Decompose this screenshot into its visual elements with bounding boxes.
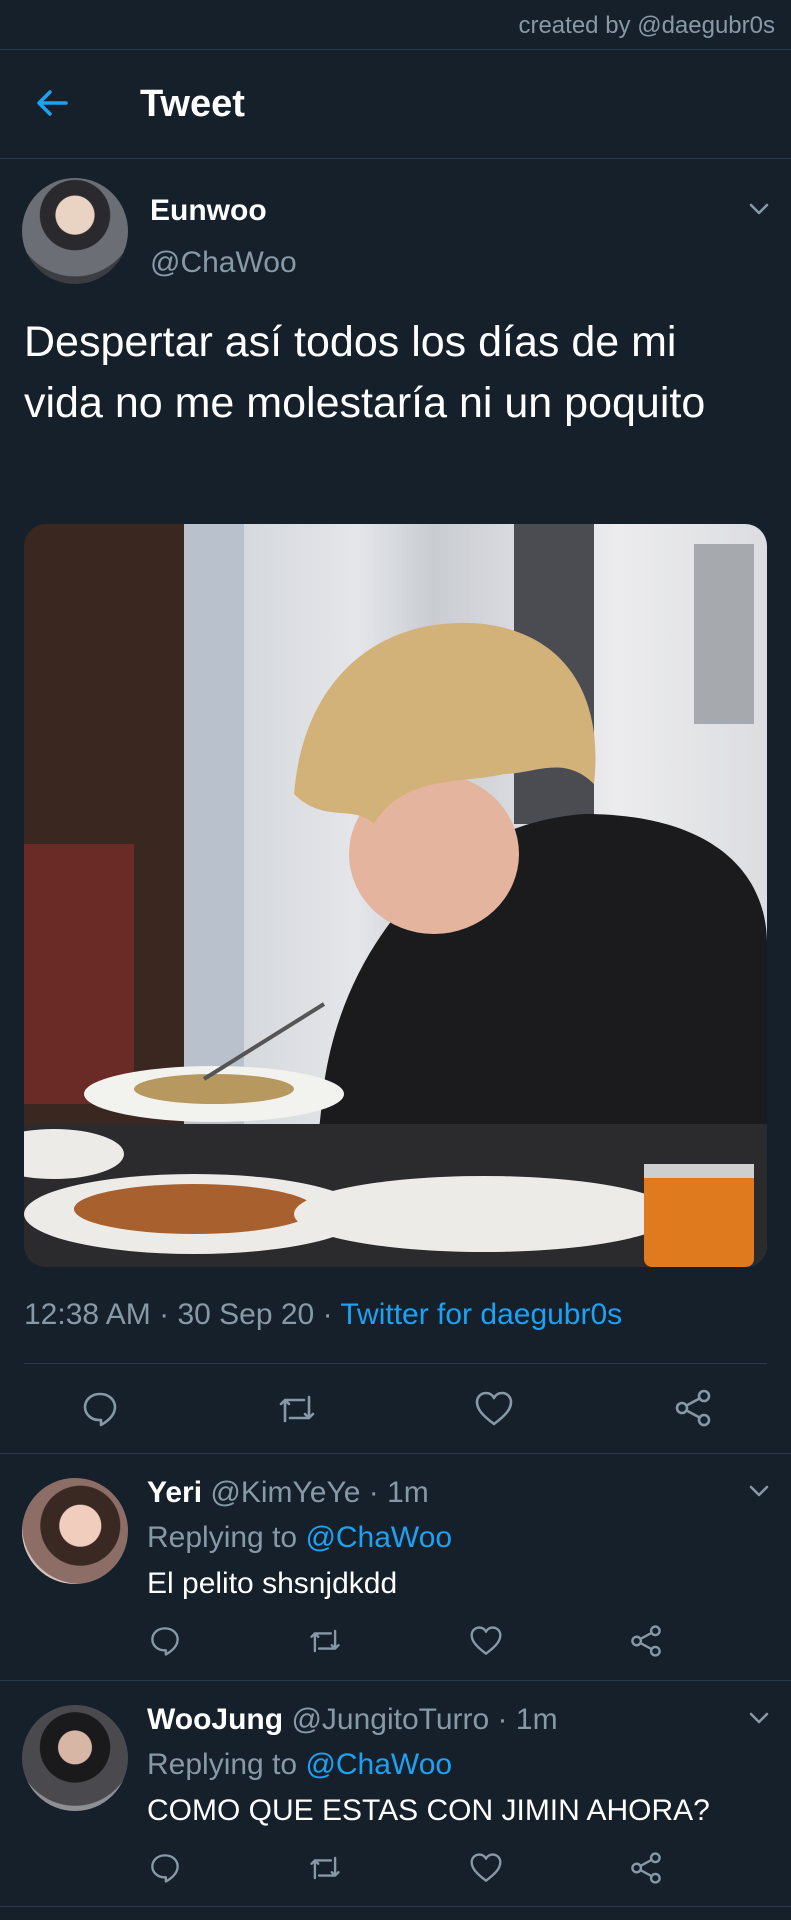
reply-time: 1m bbox=[387, 1476, 429, 1509]
tweet-text: Despertar así todos los días de mi vida … bbox=[24, 318, 706, 427]
tweet-source[interactable]: Twitter for daegubr0s bbox=[340, 1298, 622, 1331]
chevron-down-icon[interactable] bbox=[746, 1478, 772, 1504]
replying-to-label: Replying to bbox=[147, 1748, 298, 1781]
replying-to-mention[interactable]: @ChaWoo bbox=[305, 1748, 452, 1781]
credit-bar: created by @daegubr0s bbox=[0, 0, 791, 50]
reply-author-handle[interactable]: @KimYeYe bbox=[210, 1476, 360, 1509]
divider bbox=[24, 1363, 767, 1364]
reply-time: 1m bbox=[515, 1703, 558, 1736]
reply-text: COMO QUE ESTAS CON JIMIN AHORA? bbox=[147, 1794, 710, 1827]
divider bbox=[0, 1680, 791, 1681]
share-icon[interactable] bbox=[629, 1624, 663, 1658]
chevron-down-icon[interactable] bbox=[746, 1705, 772, 1731]
meta-separator: · bbox=[150, 1298, 178, 1331]
like-icon[interactable] bbox=[474, 1390, 514, 1428]
meta-separator: · bbox=[314, 1298, 341, 1331]
divider bbox=[0, 1453, 791, 1454]
reply-icon[interactable] bbox=[149, 1852, 181, 1884]
replying-to: Replying to @ChaWoo bbox=[147, 1521, 452, 1555]
share-icon[interactable] bbox=[629, 1851, 663, 1885]
avatar[interactable] bbox=[22, 1478, 128, 1584]
share-icon[interactable] bbox=[673, 1388, 713, 1428]
retweet-icon[interactable] bbox=[307, 1852, 343, 1884]
reply-icon[interactable] bbox=[149, 1625, 181, 1657]
reply-author-handle[interactable]: @JungitoTurro bbox=[291, 1703, 489, 1736]
chevron-down-icon[interactable] bbox=[746, 196, 772, 222]
reply-author-name[interactable]: Yeri bbox=[147, 1476, 202, 1509]
replying-to-mention[interactable]: @ChaWoo bbox=[305, 1521, 452, 1554]
retweet-icon[interactable] bbox=[276, 1390, 318, 1428]
tweet-time: 12:38 AM bbox=[24, 1298, 151, 1331]
retweet-icon[interactable] bbox=[307, 1625, 343, 1657]
author-name[interactable]: Eunwoo bbox=[150, 194, 267, 228]
avatar[interactable] bbox=[22, 178, 128, 284]
replying-to: Replying to @ChaWoo bbox=[147, 1748, 452, 1782]
divider bbox=[0, 1906, 791, 1907]
replying-to-label: Replying to bbox=[147, 1521, 298, 1554]
tweet-photo[interactable] bbox=[24, 524, 767, 1267]
avatar[interactable] bbox=[22, 1705, 128, 1811]
arrow-left-icon[interactable] bbox=[32, 83, 72, 123]
reply-header: WooJung @JungitoTurro · 1m bbox=[147, 1703, 558, 1737]
reply-text: El pelito shsnjdkdd bbox=[147, 1567, 398, 1600]
like-icon[interactable] bbox=[469, 1852, 503, 1884]
reply-icon[interactable] bbox=[81, 1390, 119, 1428]
credit-text: created by @daegubr0s bbox=[518, 12, 775, 39]
meta-separator: · bbox=[368, 1476, 379, 1509]
like-icon[interactable] bbox=[469, 1625, 503, 1657]
author-handle[interactable]: @ChaWoo bbox=[150, 246, 297, 280]
top-bar: Tweet bbox=[0, 51, 791, 159]
reply-author-name[interactable]: WooJung bbox=[147, 1703, 283, 1736]
tweet-meta: 12:38 AM · 30 Sep 20 · Twitter for daegu… bbox=[24, 1298, 622, 1332]
reply-header: Yeri @KimYeYe · 1m bbox=[147, 1476, 429, 1510]
page-title: Tweet bbox=[140, 83, 245, 125]
tweet-date: 30 Sep 20 bbox=[177, 1298, 315, 1331]
meta-separator: · bbox=[497, 1703, 508, 1736]
